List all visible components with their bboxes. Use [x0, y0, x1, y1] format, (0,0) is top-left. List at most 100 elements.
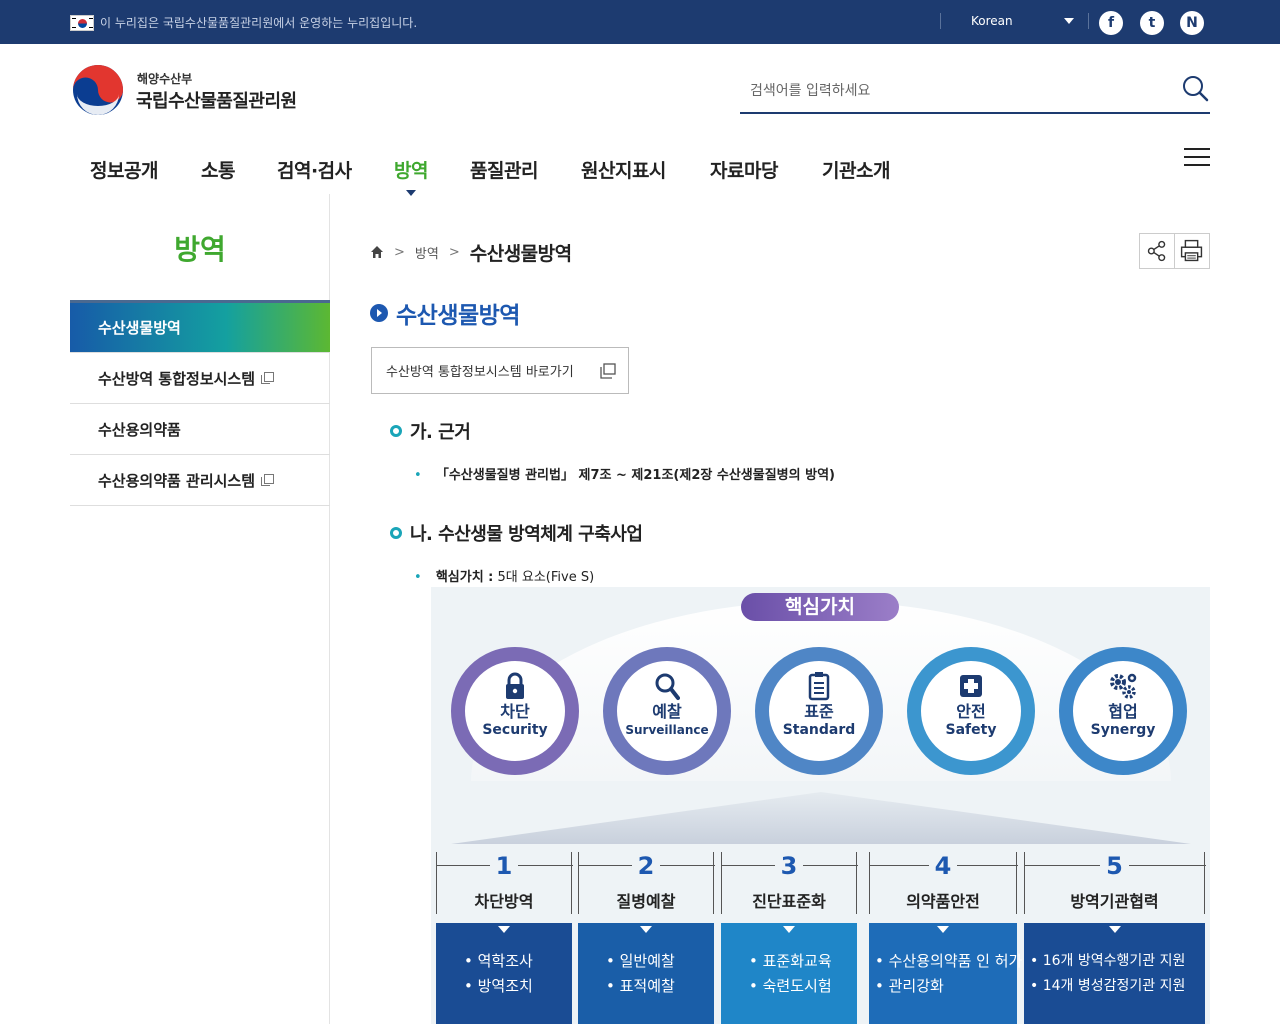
column-item: • 16개 방역수행기관 지원 [1030, 953, 1186, 969]
lnb-item-label: 수산용의약품 [98, 420, 181, 439]
gnb-item-inspection[interactable]: 검역·검사 [277, 156, 352, 183]
lnb-item-label: 수산생물방역 [98, 319, 181, 337]
section-heading-text: 가. 근거 [410, 422, 471, 443]
lnb-item-aquatic-medicine[interactable]: 수산용의약품 [70, 404, 330, 455]
column-name: 방역기관협력 [1070, 892, 1159, 911]
clipboard-icon [808, 672, 830, 701]
chevron-down-icon[interactable] [1064, 18, 1074, 24]
language-select[interactable]: Korean [971, 14, 1013, 28]
bullet-core-values: 핵심가치 : 5대 요소(Five S) [414, 566, 594, 585]
gnb-item-quarantine[interactable]: 방역 [394, 156, 428, 183]
bullet-legal-basis: 「수산생물질병 관리법」 제7조 ~ 제21조(제2장 수산생물질병의 방역) [414, 464, 835, 483]
korean-flag-icon [70, 15, 94, 31]
column-item: • 역학조사 [464, 952, 533, 970]
breadcrumb-item[interactable]: 방역 [415, 243, 439, 262]
column-name: 차단방역 [474, 892, 534, 911]
bullet-text: 5대 요소(Five S) [493, 570, 595, 585]
naver-icon[interactable]: N [1180, 11, 1204, 35]
print-button[interactable] [1174, 233, 1210, 269]
column-number: 3 [774, 852, 804, 880]
value-en: Surveillance [625, 723, 709, 737]
magnifier-icon [655, 673, 680, 700]
lnb-item-label: 수산방역 통합정보시스템 [98, 369, 256, 388]
column-item: • 수산용의약품 인 허가 [875, 952, 1023, 970]
title-bullet-icon [370, 304, 388, 322]
lnb-item-aquatic-quarantine[interactable]: 수산생물방역 [70, 300, 330, 353]
lnb-item-quarantine-system[interactable]: 수산방역 통합정보시스템 [70, 353, 330, 404]
logo-agency-name: 국립수산물품질관리원 [136, 91, 297, 112]
chevron-right-icon: > [394, 244, 405, 260]
government-notice: 이 누리집은 국립수산물품질관리원에서 운영하는 누리집입니다. [100, 16, 418, 30]
section-heading-basis: 가. 근거 [390, 418, 471, 444]
column-number: 5 [1100, 852, 1129, 880]
chevron-right-icon: > [448, 244, 460, 260]
gnb-item-about[interactable]: 기관소개 [822, 156, 890, 183]
divider [940, 13, 941, 29]
gnb-item-communication[interactable]: 소통 [201, 156, 235, 183]
column-name: 진단표준화 [752, 892, 826, 911]
bullet-bold-text: 핵심가치 : [435, 570, 494, 585]
column-item: • 표준화교육 [749, 952, 832, 970]
lock-icon [506, 672, 524, 699]
top-bar: 이 누리집은 국립수산물품질관리원에서 운영하는 누리집입니다. Korean … [0, 0, 1280, 44]
column-item: • 방역조치 [464, 977, 533, 995]
gnb-item-quality[interactable]: 품질관리 [470, 156, 538, 183]
all-menu-icon[interactable] [1184, 146, 1210, 168]
gnb-item-origin-label[interactable]: 원산지표시 [581, 156, 666, 183]
new-window-icon [261, 372, 275, 384]
page-title-text: 수산생물방역 [396, 303, 520, 329]
column-item: • 14개 병성감정기관 지원 [1030, 978, 1186, 994]
column-disease-surveillance: 2 질병예찰 • 일반예찰 • 표적예찰 [578, 852, 715, 1024]
home-icon[interactable] [370, 245, 384, 259]
value-en: Standard [782, 722, 856, 738]
value-circle-security: 차단 Security [451, 647, 579, 775]
value-circle-safety: 안전 Safety [907, 647, 1035, 775]
printer-icon [1180, 239, 1203, 262]
ring-bullet-icon [390, 425, 402, 437]
column-item: • 관리강화 [875, 977, 944, 995]
ring-bullet-icon [390, 527, 402, 539]
shortcut-label: 수산방역 통합정보시스템 바로가기 [386, 365, 574, 380]
column-block-quarantine: 1 차단방역 • 역학조사 • 방역조치 [436, 852, 573, 1024]
column-name: 의약품안전 [906, 892, 980, 911]
infographic-title: 핵심가치 [741, 593, 899, 621]
gnb-item-info-disclosure[interactable]: 정보공개 [90, 156, 158, 183]
gnb-item-resources[interactable]: 자료마당 [710, 156, 778, 183]
column-number: 2 [631, 852, 661, 880]
column-medicine-safety: 4 의약품안전 • 수산용의약품 인 허가 • 관리강화 [869, 852, 1023, 1024]
share-icon [1147, 240, 1166, 262]
column-item: • 숙련도시험 [749, 977, 832, 995]
government-logo-icon [73, 65, 123, 115]
side-menu: 수산생물방역 수산방역 통합정보시스템 수산용의약품 수산용의약품 관리시스템 [70, 300, 330, 506]
twitter-icon[interactable]: t [1140, 11, 1164, 35]
search-box [740, 68, 1210, 114]
spread-shape [451, 792, 1191, 844]
bullet-text: 「수산생물질병 관리법」 제7조 ~ 제21조(제2장 수산생물질병의 방역) [435, 468, 835, 483]
lnb-item-label: 수산용의약품 관리시스템 [98, 471, 256, 490]
divider [1088, 13, 1089, 29]
lnb-title: 방역 [174, 233, 226, 266]
core-values-infographic: 핵심가치 차단 Security 예찰 Surveillance 표준 Stan… [431, 587, 1210, 1024]
lnb-item-medicine-system[interactable]: 수산용의약품 관리시스템 [70, 455, 330, 506]
value-kr: 협업 [1108, 702, 1138, 721]
share-button[interactable] [1139, 233, 1175, 269]
gears-icon [1110, 673, 1137, 699]
section-heading-project: 나. 수산생물 방역체계 구축사업 [390, 520, 643, 546]
search-icon[interactable] [1180, 74, 1210, 104]
section-heading-text: 나. 수산생물 방역체계 구축사업 [410, 524, 643, 545]
system-shortcut-button[interactable]: 수산방역 통합정보시스템 바로가기 [371, 347, 629, 394]
column-item: • 일반예찰 [606, 952, 675, 970]
breadcrumb: > 방역 > 수산생물방역 [370, 240, 572, 265]
new-window-icon [600, 363, 616, 379]
new-window-icon [261, 474, 275, 486]
value-en: Synergy [1090, 722, 1156, 738]
search-input[interactable] [740, 76, 1160, 106]
value-en: Safety [945, 722, 997, 738]
value-circle-standard: 표준 Standard [755, 647, 883, 775]
medical-cross-icon [960, 675, 982, 697]
value-kr: 표준 [804, 702, 834, 721]
column-item: • 표적예찰 [606, 977, 675, 995]
active-menu-marker [406, 190, 416, 196]
facebook-icon[interactable]: f [1099, 11, 1123, 35]
logo-ministry: 해양수산부 [137, 72, 193, 86]
